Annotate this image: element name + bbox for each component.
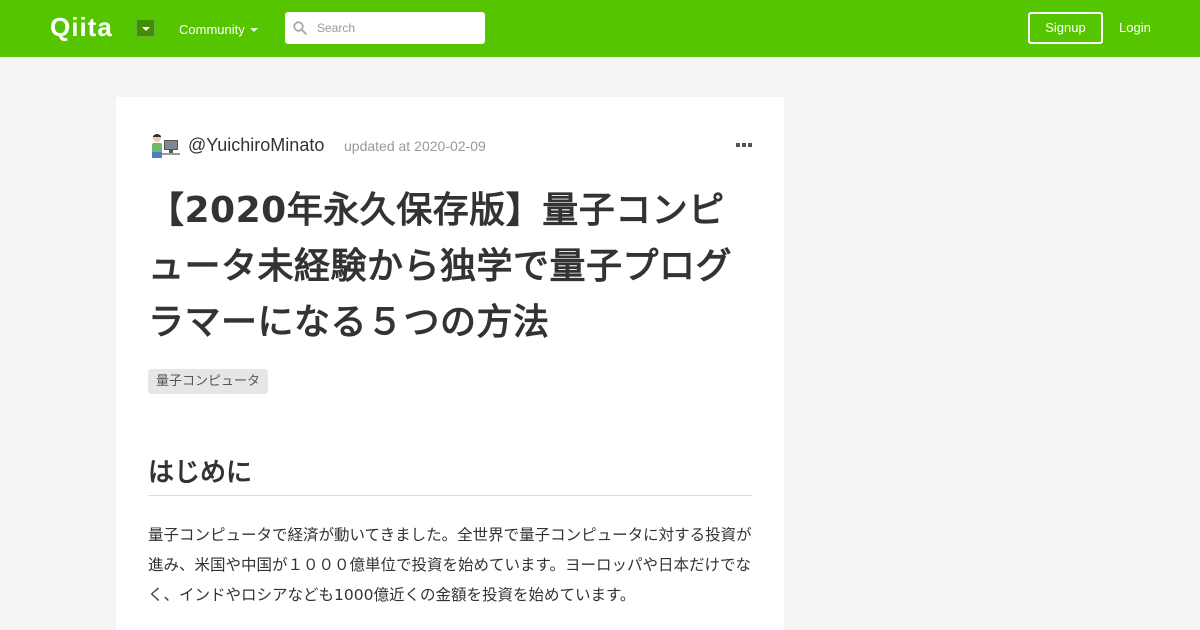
signup-button[interactable]: Signup (1028, 12, 1103, 44)
search-input[interactable] (313, 12, 478, 44)
logo-menu-button[interactable] (136, 19, 155, 37)
search-icon (293, 21, 307, 35)
tag-link[interactable]: 量子コンピュータ (148, 369, 269, 394)
author-username[interactable]: @YuichiroMinato (188, 135, 324, 156)
updated-label: updated at (344, 138, 411, 154)
community-menu[interactable]: Community (179, 22, 245, 37)
updated-info: updated at 2020-02-09 (340, 138, 486, 154)
article-card: @YuichiroMinato updated at 2020-02-09 【20… (116, 97, 784, 630)
login-link[interactable]: Login (1119, 20, 1151, 35)
section-heading: はじめに (148, 455, 752, 496)
article-title: 【2020年永久保存版】量子コンピュータ未経験から独学で量子プログラマーになる５… (148, 190, 733, 343)
search-box[interactable] (285, 12, 485, 44)
article-paragraph: 量子コンピュータで経済が動いてきました。全世界で量子コンピュータに対する投資が進… (148, 526, 752, 604)
avatar[interactable] (148, 132, 180, 158)
logo-text: Qiita (50, 14, 113, 42)
updated-date: 2020-02-09 (414, 138, 486, 154)
caret-down-icon (250, 28, 258, 32)
qiita-logo[interactable]: Qiita (50, 14, 126, 42)
global-header: Qiita Community Signup Login (0, 0, 1200, 57)
ellipsis-icon[interactable] (736, 139, 752, 151)
